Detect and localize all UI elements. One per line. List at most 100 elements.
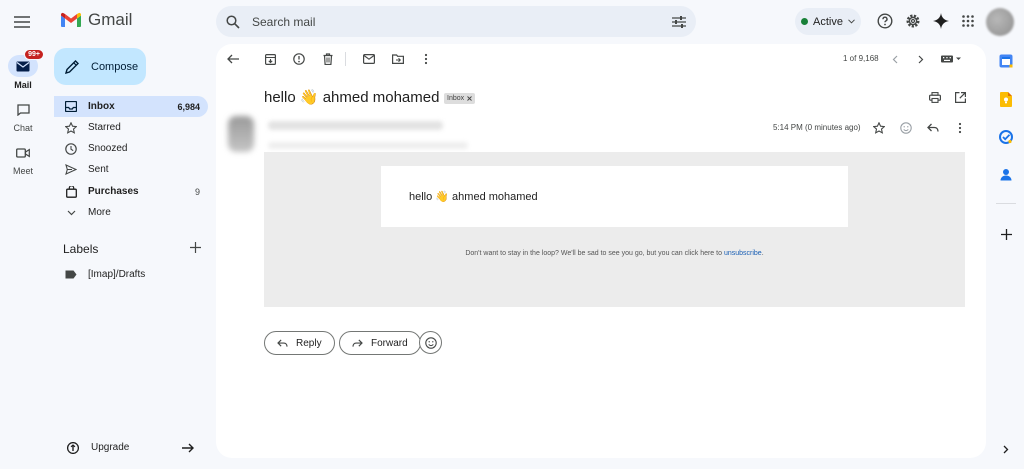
message-timestamp: 5:14 PM (0 minutes ago) — [773, 123, 861, 132]
keyboard-icon — [941, 55, 961, 63]
open-in-new-icon — [954, 91, 966, 103]
tasks-app-button[interactable] — [998, 129, 1014, 145]
email-subject: hello 👋 ahmed mohamed — [264, 89, 440, 106]
inbox-label-text: Inbox — [447, 95, 465, 102]
hamburger-icon — [14, 16, 30, 28]
contacts-app-button[interactable] — [998, 166, 1014, 182]
get-addons-button[interactable] — [998, 226, 1014, 242]
emoji-icon — [424, 336, 437, 349]
reply-button[interactable] — [926, 121, 940, 135]
main-menu-button[interactable] — [10, 10, 34, 34]
calendar-app-button[interactable] — [998, 53, 1014, 69]
mark-unread-button[interactable] — [362, 52, 376, 66]
apps-button[interactable] — [958, 11, 978, 31]
unsubscribe-link[interactable]: unsubscribe — [724, 250, 762, 257]
help-button[interactable] — [875, 11, 895, 31]
rail-meet-pill — [8, 142, 38, 164]
clock-icon — [64, 142, 78, 155]
nav-item-snoozed[interactable]: Snoozed — [54, 138, 208, 159]
input-tools-button[interactable] — [940, 52, 964, 66]
nav-item-count: 9 — [194, 186, 200, 197]
forward-label: Forward — [371, 337, 408, 349]
inbox-label-chip[interactable]: Inbox — [444, 93, 476, 104]
compose-button[interactable]: Compose — [54, 48, 146, 85]
mail-icon — [16, 61, 30, 71]
folder-move-icon — [392, 54, 404, 64]
nav-item-count: 6,984 — [177, 101, 200, 112]
open-in-new-window-button[interactable] — [953, 90, 967, 104]
nav-item-label: Purchases — [88, 186, 139, 197]
search-bar[interactable]: Search mail — [216, 6, 696, 37]
chevron-right-icon — [1003, 445, 1009, 453]
calendar-icon — [999, 54, 1013, 68]
create-label-button[interactable] — [190, 242, 201, 253]
help-icon — [877, 13, 893, 29]
rail-mail[interactable]: 99+ Mail — [6, 49, 44, 90]
nav-item-starred[interactable]: Starred — [54, 117, 208, 138]
email-body-text: hello 👋 ahmed mohamed — [409, 191, 538, 203]
plus-icon — [190, 242, 201, 253]
rail-mail-pill: 99+ — [8, 49, 44, 77]
older-button[interactable] — [914, 52, 928, 66]
forward-action-button[interactable]: Forward — [339, 331, 421, 355]
search-icon[interactable] — [226, 14, 240, 29]
mark-unread-icon — [363, 54, 375, 64]
nav-item-purchases[interactable]: Purchases 9 — [54, 181, 208, 202]
filter-options-icon[interactable] — [672, 15, 686, 28]
upgrade-button[interactable]: Upgrade — [58, 437, 204, 458]
sender-avatar[interactable] — [228, 116, 254, 152]
nav-item-more[interactable]: More — [54, 202, 208, 223]
reply-icon — [277, 338, 288, 347]
label-item-imap-drafts[interactable]: [Imap]/Drafts — [54, 264, 208, 285]
emoji-icon — [900, 122, 912, 134]
sparkle-icon — [933, 13, 949, 29]
rail-meet-label: Meet — [12, 166, 33, 176]
emoji-reaction-button[interactable] — [419, 331, 442, 354]
archive-icon — [264, 53, 276, 65]
archive-button[interactable] — [263, 52, 277, 66]
settings-button[interactable] — [903, 11, 923, 31]
app-name: Gmail — [88, 10, 133, 29]
message-more-button[interactable] — [953, 121, 967, 135]
pencil-icon — [65, 59, 79, 74]
sender-name-redacted — [268, 121, 443, 130]
arrow-left-icon — [227, 54, 239, 64]
toolbar-divider — [345, 52, 346, 66]
delete-button[interactable] — [321, 52, 335, 66]
account-avatar[interactable] — [986, 8, 1014, 36]
report-spam-button[interactable] — [292, 52, 306, 66]
move-to-button[interactable] — [391, 52, 405, 66]
newer-button[interactable] — [888, 52, 902, 66]
tasks-icon — [999, 130, 1013, 144]
gmail-logo[interactable]: Gmail — [60, 10, 132, 30]
compose-label: Compose — [91, 60, 139, 73]
star-message-button[interactable] — [872, 121, 886, 135]
nav-item-label: Snoozed — [88, 143, 128, 154]
search-input[interactable]: Search mail — [252, 15, 672, 29]
shopping-bag-icon — [64, 185, 78, 198]
video-camera-icon — [16, 148, 30, 158]
print-button[interactable] — [928, 90, 942, 104]
more-options-button[interactable] — [419, 52, 433, 66]
back-button[interactable] — [226, 52, 240, 66]
rail-chat[interactable]: Chat — [6, 99, 40, 133]
status-selector[interactable]: Active — [795, 8, 861, 35]
nav-item-inbox[interactable]: Inbox 6,984 — [54, 96, 208, 117]
reply-action-button[interactable]: Reply — [264, 331, 335, 355]
add-reaction-button[interactable] — [899, 121, 913, 135]
chat-icon — [16, 104, 30, 116]
rail-meet[interactable]: Meet — [6, 142, 40, 176]
upgrade-icon — [67, 441, 79, 454]
footer-text: Don't want to stay in the loop? We'll be… — [465, 250, 722, 257]
inbox-icon — [64, 101, 78, 112]
rail-chat-label: Chat — [13, 123, 33, 133]
gemini-button[interactable] — [931, 11, 951, 31]
nav-item-sent[interactable]: Sent — [54, 159, 208, 180]
keep-icon — [1000, 91, 1012, 107]
arrow-right-icon — [182, 443, 194, 452]
keep-app-button[interactable] — [998, 91, 1014, 107]
close-icon[interactable] — [467, 96, 472, 101]
labels-heading: Labels — [63, 242, 99, 256]
show-side-panel-button[interactable] — [998, 441, 1014, 457]
label-icon — [64, 270, 78, 279]
